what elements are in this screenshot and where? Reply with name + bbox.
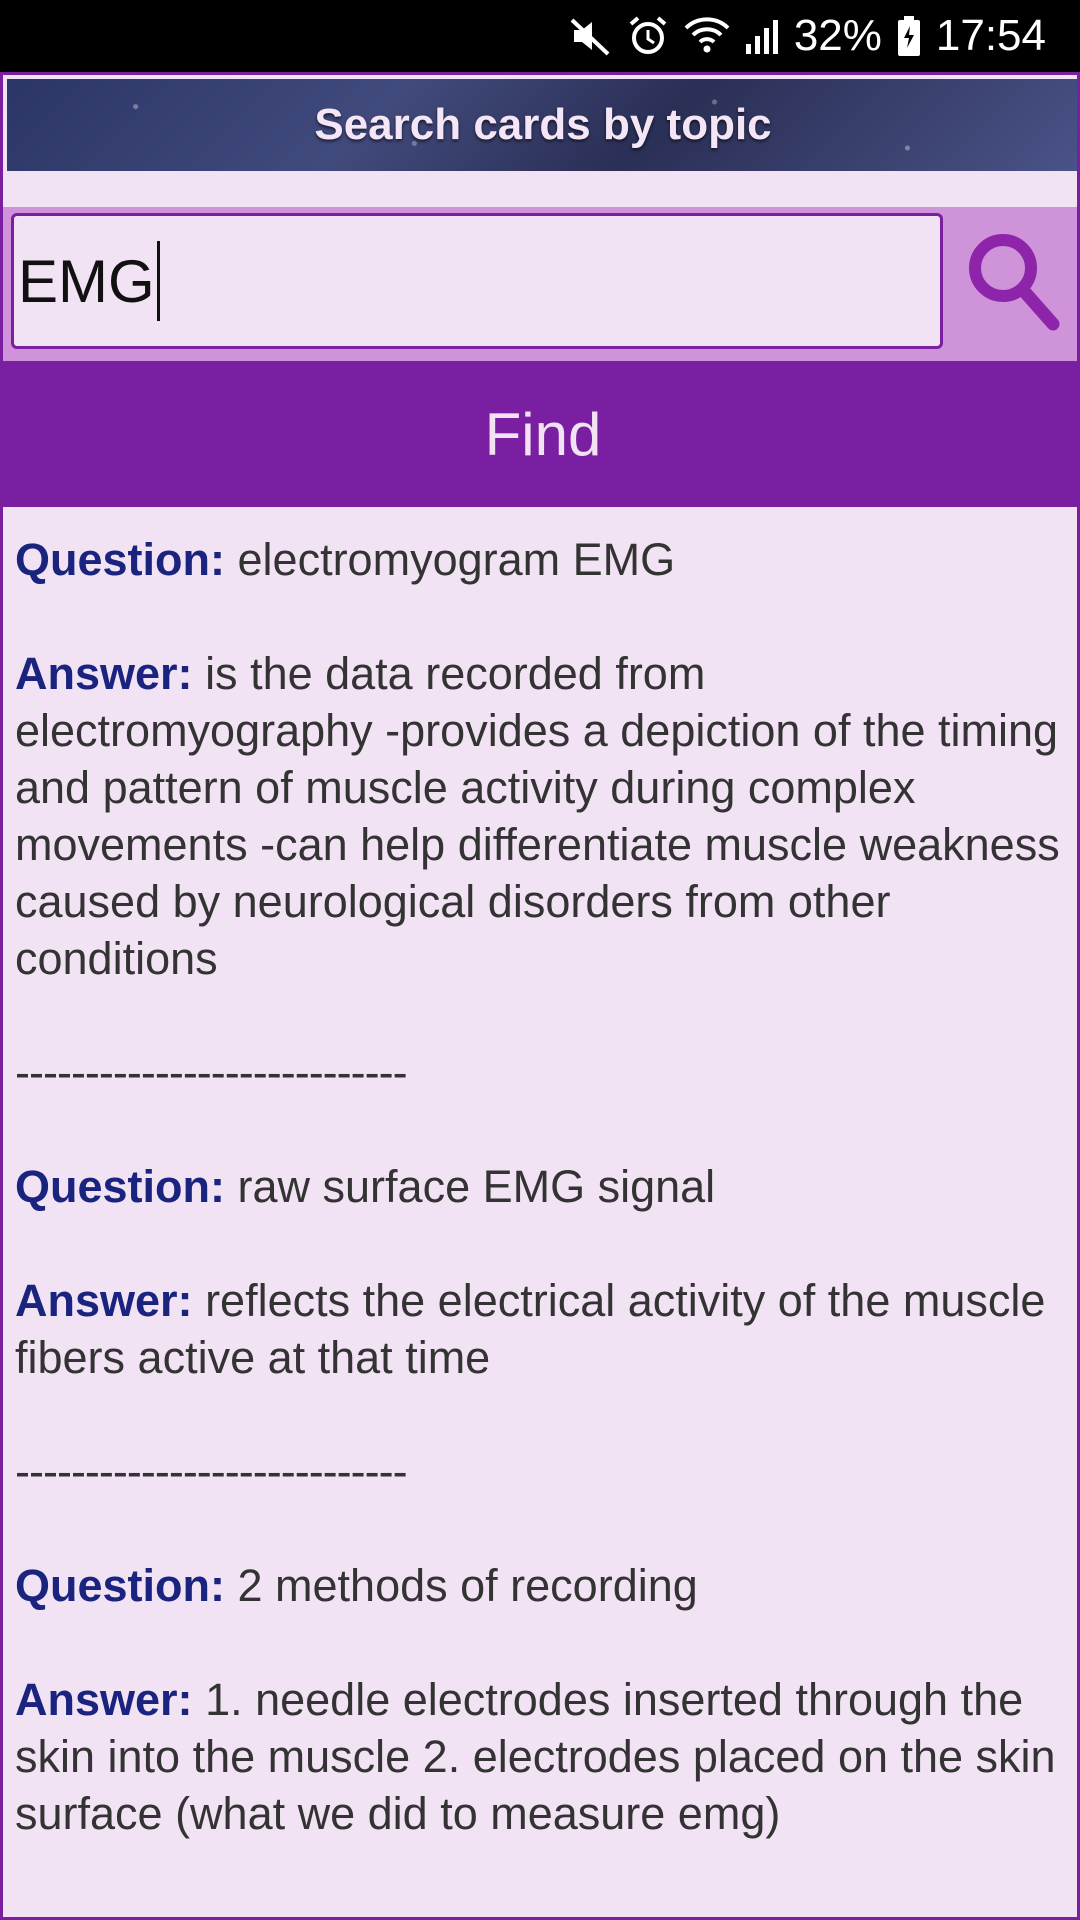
header-banner: Search cards by topic	[7, 79, 1077, 171]
card-question: Question: 2 methods of recording	[15, 1557, 1065, 1614]
separator: ----------------------------	[15, 1446, 408, 1497]
card-answer: Answer: is the data recorded from electr…	[15, 645, 1065, 987]
search-input[interactable]: EMG	[11, 213, 943, 349]
question-text: electromyogram EMG	[237, 534, 676, 585]
card-answer: Answer: reflects the electrical activity…	[15, 1272, 1065, 1386]
question-label: Question:	[15, 1560, 225, 1611]
signal-icon	[744, 12, 780, 60]
answer-label: Answer:	[15, 648, 193, 699]
results-list: Question: electromyogram EMG Answer: is …	[15, 531, 1065, 1899]
find-button[interactable]: Find	[3, 361, 1077, 507]
search-row: EMG	[3, 207, 1077, 361]
app-frame: Search cards by topic EMG Find Question:…	[0, 72, 1080, 1920]
search-button[interactable]	[958, 227, 1068, 337]
status-bar: 32% 17:54	[0, 0, 1080, 72]
card-question: Question: raw surface EMG signal	[15, 1158, 1065, 1215]
question-text: 2 methods of recording	[237, 1560, 698, 1611]
text-caret	[156, 241, 160, 321]
search-icon	[969, 234, 1060, 331]
question-label: Question:	[15, 534, 225, 585]
mute-vibrate-icon	[568, 12, 612, 60]
wifi-icon	[684, 12, 730, 60]
battery-charging-icon	[896, 12, 922, 60]
page-title: Search cards by topic	[314, 100, 772, 149]
question-label: Question:	[15, 1161, 225, 1212]
card-answer: Answer: 1. needle electrodes inserted th…	[15, 1671, 1065, 1842]
clock-time: 17:54	[935, 11, 1046, 60]
question-text: raw surface EMG signal	[237, 1161, 716, 1212]
alarm-icon	[626, 12, 670, 60]
answer-label: Answer:	[15, 1275, 193, 1326]
battery-percent: 32%	[793, 11, 882, 60]
separator: ----------------------------	[15, 1047, 408, 1098]
card-question: Question: electromyogram EMG	[15, 531, 1065, 588]
search-input-value: EMG	[18, 247, 155, 315]
answer-label: Answer:	[15, 1674, 193, 1725]
